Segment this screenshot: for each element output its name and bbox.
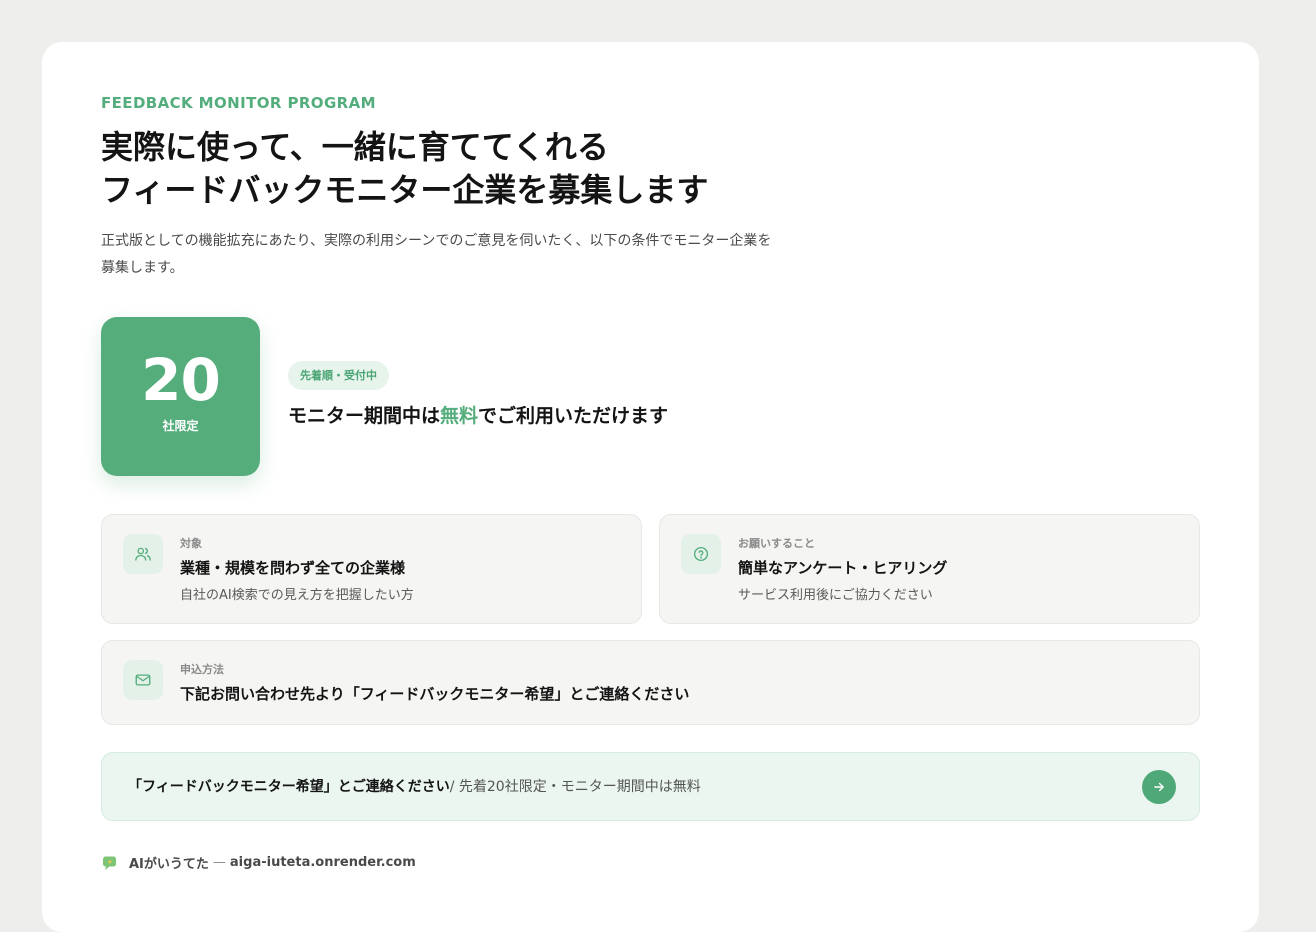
cta-strong: 「フィードバックモニター希望」とご連絡ください	[128, 779, 450, 795]
offer-headline: モニター期間中は無料でご利用いただけます	[288, 402, 668, 430]
info-label: お願いすること	[738, 537, 815, 550]
offer-highlight: 無料	[440, 405, 479, 427]
limit-badge: 20 社限定	[101, 317, 260, 476]
footer-url-link[interactable]: aiga-iuteta.onrender.com	[230, 855, 416, 870]
monitor-program-card: FEEDBACK MONITOR PROGRAM 実際に使って、一緒に育ててくれ…	[42, 42, 1259, 932]
title-line-2: フィードバックモニター企業を募集します	[101, 171, 709, 209]
mail-icon	[123, 660, 163, 700]
offer-suffix: でご利用いただけます	[478, 405, 669, 427]
info-sub: サービス利用後にご協力ください	[738, 588, 933, 603]
info-main: 下記お問い合わせ先より「フィードバックモニター希望」とご連絡ください	[180, 685, 690, 703]
footer-separator: —	[212, 855, 226, 870]
page-title: 実際に使って、一緒に育ててくれる フィードバックモニター企業を募集します	[101, 126, 708, 212]
limit-caption: 社限定	[162, 419, 199, 433]
eyebrow-label: FEEDBACK MONITOR PROGRAM	[101, 94, 376, 112]
status-badge: 先着順・受付中	[288, 361, 389, 390]
info-card-apply: 申込方法 下記お問い合わせ先より「フィードバックモニター希望」とご連絡ください	[101, 640, 1200, 725]
info-main: 簡単なアンケート・ヒアリング	[738, 559, 948, 577]
info-card-target: 対象 業種・規模を問わず全ての企業様 自社のAI検索での見え方を把握したい方	[101, 514, 642, 624]
info-card-request: お願いすること 簡単なアンケート・ヒアリング サービス利用後にご協力ください	[659, 514, 1200, 624]
info-label: 対象	[180, 537, 202, 550]
footer: AIがいうてた — aiga-iuteta.onrender.com	[101, 853, 416, 872]
info-main: 業種・規模を問わず全ての企業様	[180, 559, 406, 577]
arrow-right-icon[interactable]	[1142, 770, 1176, 804]
info-label: 申込方法	[180, 663, 224, 676]
question-icon	[681, 534, 721, 574]
info-sub: 自社のAI検索での見え方を把握したい方	[180, 588, 414, 603]
cta-text: 「フィードバックモニター希望」とご連絡ください/ 先着20社限定・モニター期間中…	[128, 777, 701, 797]
cta-rest: / 先着20社限定・モニター期間中は無料	[449, 779, 701, 795]
title-line-1: 実際に使って、一緒に育ててくれる	[101, 128, 609, 166]
lead-line-1: 正式版としての機能拡充にあたり、実際の利用シーンでのご意見を伺いたく、以下の条件…	[101, 233, 772, 249]
lead-line-2: 募集します。	[101, 260, 184, 276]
footer-brand: AIがいうてた	[129, 857, 209, 872]
chat-logo-icon	[101, 854, 118, 871]
contact-cta[interactable]: 「フィードバックモニター希望」とご連絡ください/ 先着20社限定・モニター期間中…	[101, 752, 1200, 821]
offer-prefix: モニター期間中は	[288, 405, 441, 427]
users-icon	[123, 534, 163, 574]
limit-number: 20	[141, 346, 221, 414]
lead-text: 正式版としての機能拡充にあたり、実際の利用シーンでのご意見を伺いたく、以下の条件…	[101, 228, 841, 282]
